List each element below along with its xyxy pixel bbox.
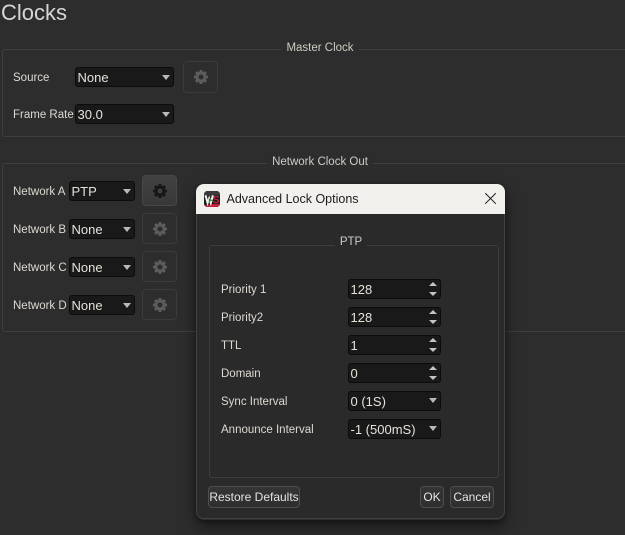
svg-text:S: S — [213, 195, 220, 206]
